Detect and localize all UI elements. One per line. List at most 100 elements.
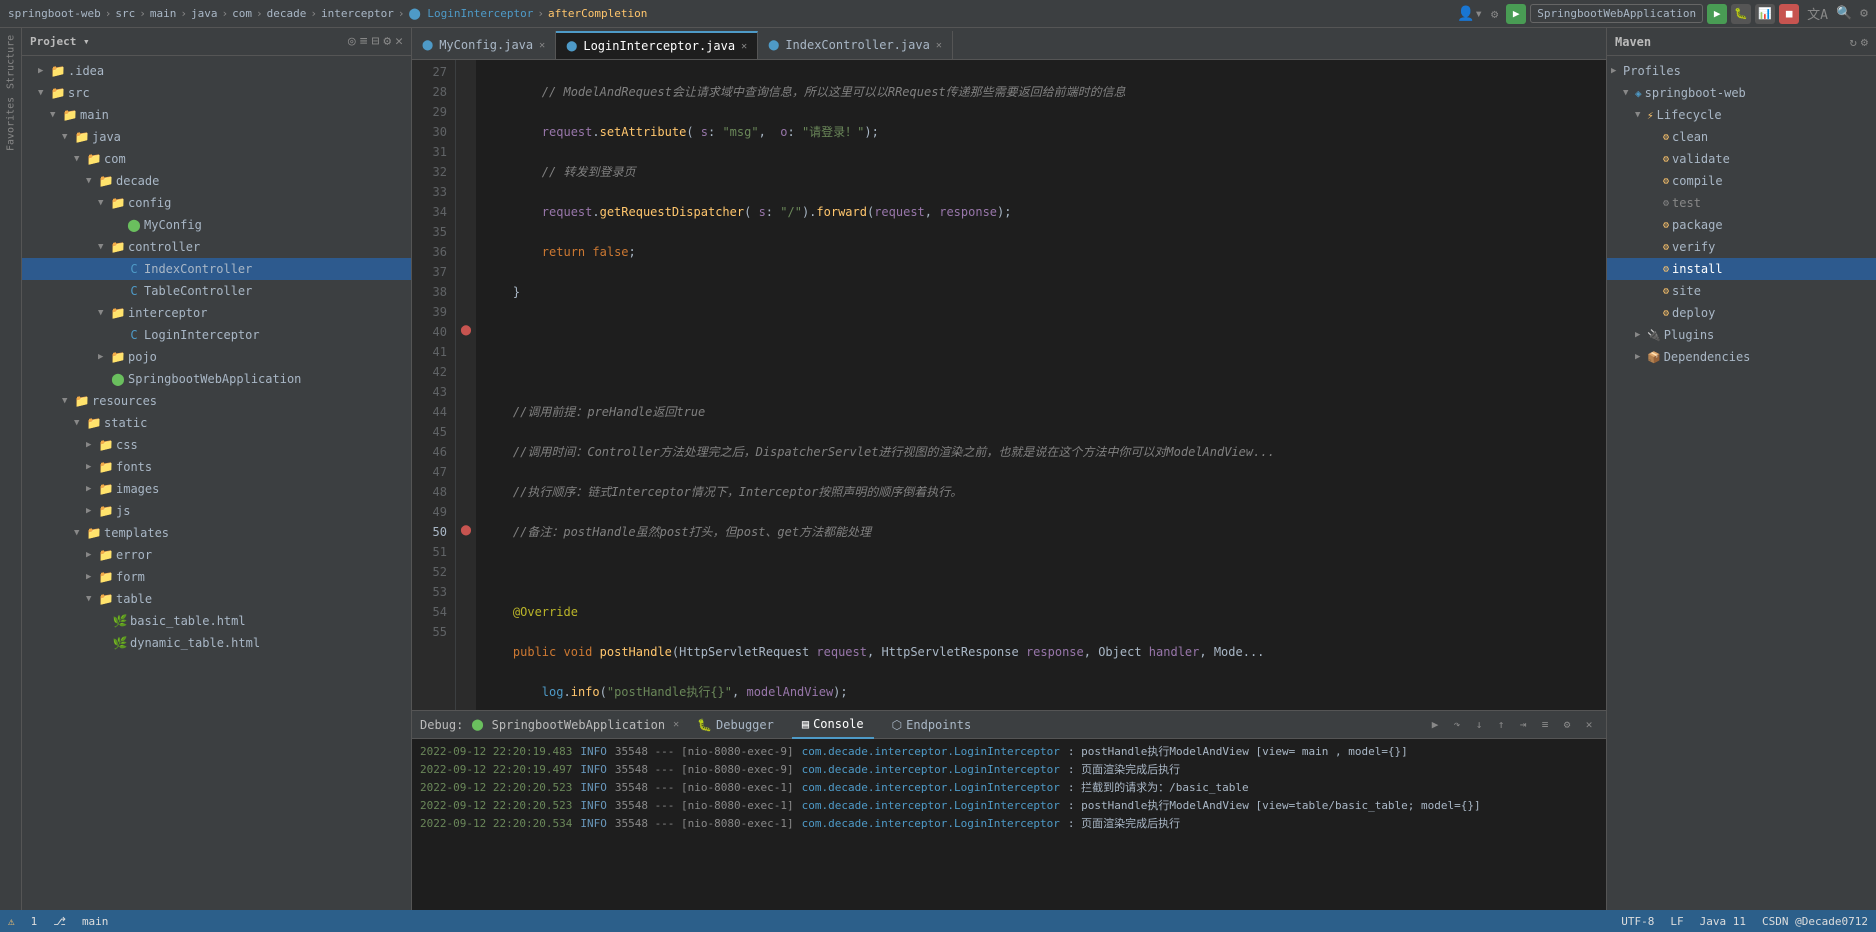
- tree-item-pojo[interactable]: ▶ 📁 pojo: [22, 346, 411, 368]
- line-37: 37: [416, 262, 451, 282]
- maven-settings-button[interactable]: ⚙: [1861, 35, 1868, 49]
- tree-item-src[interactable]: ▼ 📁 src: [22, 82, 411, 104]
- tree-item-js[interactable]: ▶ 📁 js: [22, 500, 411, 522]
- structure-tab[interactable]: Structure: [2, 32, 20, 92]
- settings-debug-button[interactable]: ⚙: [1558, 716, 1576, 734]
- maven-item-site[interactable]: ⚙ site: [1607, 280, 1876, 302]
- user-icon[interactable]: 👤▾: [1457, 6, 1483, 22]
- maven-item-plugins[interactable]: ▶ 🔌 Plugins: [1607, 324, 1876, 346]
- breadcrumb-main[interactable]: main: [150, 7, 177, 20]
- tree-item-form[interactable]: ▶ 📁 form: [22, 566, 411, 588]
- tree-item-main[interactable]: ▼ 📁 main: [22, 104, 411, 126]
- maven-item-validate[interactable]: ⚙ validate: [1607, 148, 1876, 170]
- tree-item-springbootwebapp[interactable]: ▶ ⬤ SpringbootWebApplication: [22, 368, 411, 390]
- tree-item-basic-table[interactable]: ▶ 🌿 basic_table.html: [22, 610, 411, 632]
- breadcrumb-com[interactable]: com: [232, 7, 252, 20]
- debug-button[interactable]: 🐛: [1731, 4, 1751, 24]
- tree-item-logininterceptor[interactable]: ▶ C LoginInterceptor: [22, 324, 411, 346]
- run-app-button[interactable]: ▶: [1707, 4, 1727, 24]
- tree-item-config[interactable]: ▼ 📁 config: [22, 192, 411, 214]
- maven-item-test[interactable]: ⚙ test: [1607, 192, 1876, 214]
- tree-item-interceptor-folder[interactable]: ▼ 📁 interceptor: [22, 302, 411, 324]
- breadcrumb-decade[interactable]: decade: [267, 7, 307, 20]
- maven-item-dependencies[interactable]: ▶ 📦 Dependencies: [1607, 346, 1876, 368]
- java-icon-tablecontroller: C: [126, 283, 142, 299]
- run-button[interactable]: ▶: [1506, 4, 1526, 24]
- console-area[interactable]: 2022-09-12 22:20:19.483 INFO 35548 --- […: [412, 739, 1606, 910]
- favorites-tab[interactable]: Favorites: [2, 94, 20, 154]
- debug-tab-console[interactable]: ▤ Console: [792, 711, 874, 739]
- encoding-label[interactable]: UTF-8: [1621, 915, 1654, 928]
- breadcrumb-springboot-web[interactable]: springboot-web: [8, 7, 101, 20]
- tree-item-java[interactable]: ▼ 📁 java: [22, 126, 411, 148]
- config-selector[interactable]: SpringbootWebApplication: [1530, 4, 1703, 23]
- code-content[interactable]: // ModelAndRequest会让请求域中查询信息，所以这里可以以RReq…: [476, 60, 1606, 710]
- java-version-label[interactable]: Java 11: [1700, 915, 1746, 928]
- tab-close-logininterceptor[interactable]: ✕: [741, 41, 747, 52]
- maven-item-deploy[interactable]: ⚙ deploy: [1607, 302, 1876, 324]
- tree-item-fonts[interactable]: ▶ 📁 fonts: [22, 456, 411, 478]
- tree-item-indexcontroller[interactable]: ▶ C IndexController: [22, 258, 411, 280]
- tree-item-static[interactable]: ▼ 📁 static: [22, 412, 411, 434]
- tree-item-myconfig[interactable]: ▶ ⬤ MyConfig: [22, 214, 411, 236]
- run-to-cursor-button[interactable]: ⇥: [1514, 716, 1532, 734]
- gutter-40-bp[interactable]: ⬤: [456, 320, 476, 340]
- sidebar-close-button[interactable]: ✕: [395, 34, 403, 49]
- tab-close-myconfig[interactable]: ✕: [539, 40, 545, 51]
- settings-icon[interactable]: ⚙: [1491, 7, 1498, 21]
- debug-tab-endpoints[interactable]: ⬡ Endpoints: [882, 711, 982, 739]
- tree-item-idea[interactable]: ▶ 📁 .idea: [22, 60, 411, 82]
- line-sep-label[interactable]: LF: [1670, 915, 1683, 928]
- step-out-button[interactable]: ↑: [1492, 716, 1510, 734]
- tree-label-config: config: [128, 196, 171, 210]
- tab-indexcontroller[interactable]: ⬤ IndexController.java ✕: [758, 31, 953, 59]
- tree-item-images[interactable]: ▶ 📁 images: [22, 478, 411, 500]
- tree-item-resources[interactable]: ▼ 📁 resources: [22, 390, 411, 412]
- run-with-coverage-button[interactable]: 📊: [1755, 4, 1775, 24]
- maven-item-springboot-web[interactable]: ▼ ◈ springboot-web: [1607, 82, 1876, 104]
- gutter-50-bp[interactable]: ⬤: [456, 520, 476, 540]
- tree-item-css[interactable]: ▶ 📁 css: [22, 434, 411, 456]
- tree-item-decade[interactable]: ▼ 📁 decade: [22, 170, 411, 192]
- tree-item-tablecontroller[interactable]: ▶ C TableController: [22, 280, 411, 302]
- sidebar-expand-button[interactable]: ≡: [360, 34, 368, 49]
- debug-tab-debugger[interactable]: 🐛 Debugger: [687, 711, 784, 739]
- breadcrumb-logininterceptor[interactable]: ⬤ LoginInterceptor: [408, 7, 533, 20]
- breadcrumb-java[interactable]: java: [191, 7, 218, 20]
- sidebar-collapse-button[interactable]: ⊟: [372, 34, 380, 49]
- maven-item-install[interactable]: ⚙ install: [1607, 258, 1876, 280]
- sidebar-locate-button[interactable]: ◎: [348, 34, 356, 49]
- translate-icon[interactable]: 文A: [1807, 4, 1828, 23]
- maven-item-package[interactable]: ⚙ package: [1607, 214, 1876, 236]
- line-31: 31: [416, 142, 451, 162]
- tree-item-error[interactable]: ▶ 📁 error: [22, 544, 411, 566]
- sidebar-settings-button[interactable]: ⚙: [383, 34, 391, 49]
- maven-item-verify[interactable]: ⚙ verify: [1607, 236, 1876, 258]
- evaluate-button[interactable]: ≡: [1536, 716, 1554, 734]
- maven-item-lifecycle[interactable]: ▼ ⚡ Lifecycle: [1607, 104, 1876, 126]
- breadcrumb-interceptor[interactable]: interceptor: [321, 7, 394, 20]
- debug-close-session[interactable]: ✕: [673, 719, 679, 730]
- maven-item-clean[interactable]: ⚙ clean: [1607, 126, 1876, 148]
- tree-item-table[interactable]: ▼ 📁 table: [22, 588, 411, 610]
- maven-refresh-button[interactable]: ↻: [1850, 35, 1857, 49]
- tab-myconfig[interactable]: ⬤ MyConfig.java ✕: [412, 31, 556, 59]
- tree-item-com[interactable]: ▼ 📁 com: [22, 148, 411, 170]
- step-into-button[interactable]: ↓: [1470, 716, 1488, 734]
- breadcrumb-src[interactable]: src: [115, 7, 135, 20]
- tree-item-dynamic-table[interactable]: ▶ 🌿 dynamic_table.html: [22, 632, 411, 654]
- settings-gear-icon[interactable]: ⚙: [1860, 6, 1868, 21]
- close-debug-button[interactable]: ✕: [1580, 716, 1598, 734]
- resume-button[interactable]: ▶: [1426, 716, 1444, 734]
- tab-logininterceptor[interactable]: ⬤ LoginInterceptor.java ✕: [556, 31, 758, 59]
- stop-button[interactable]: ■: [1779, 4, 1799, 24]
- tree-item-controller[interactable]: ▼ 📁 controller: [22, 236, 411, 258]
- step-over-button[interactable]: ↷: [1448, 716, 1466, 734]
- maven-item-profiles[interactable]: ▶ Profiles: [1607, 60, 1876, 82]
- maven-item-compile[interactable]: ⚙ compile: [1607, 170, 1876, 192]
- tree-item-templates[interactable]: ▼ 📁 templates: [22, 522, 411, 544]
- search-everywhere-icon[interactable]: 🔍: [1836, 6, 1852, 21]
- tab-icon-indexcontroller: ⬤: [768, 40, 779, 51]
- tab-close-indexcontroller[interactable]: ✕: [936, 40, 942, 51]
- maven-label-clean: clean: [1672, 130, 1708, 144]
